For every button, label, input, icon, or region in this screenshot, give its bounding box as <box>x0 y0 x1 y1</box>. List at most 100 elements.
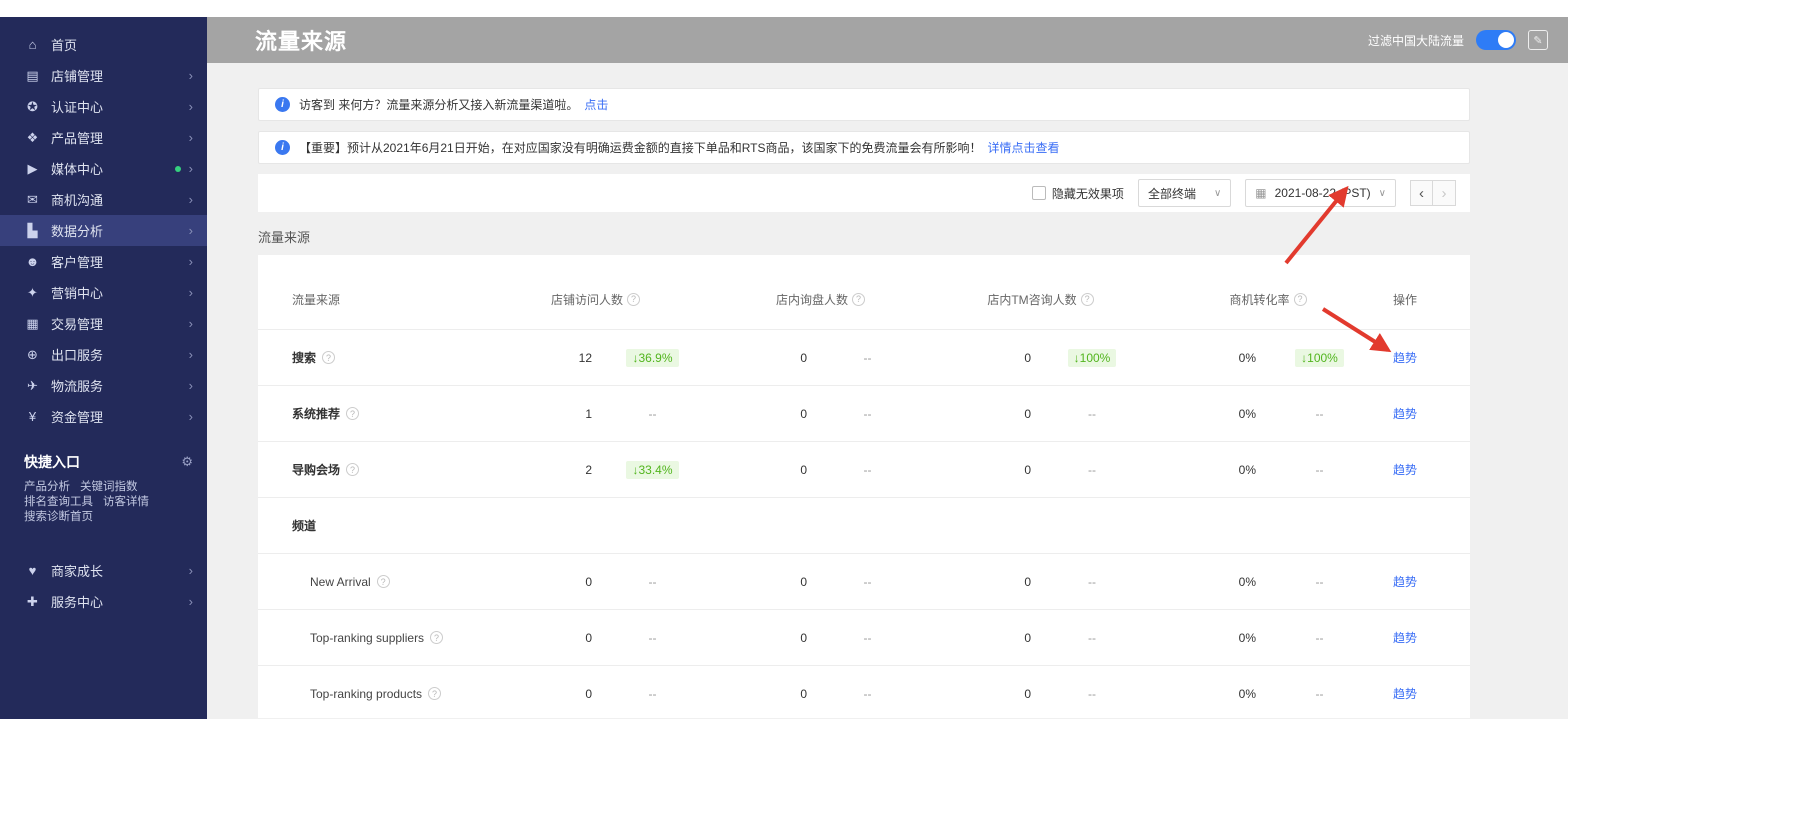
metric-value: 0 <box>585 574 592 589</box>
notice-link[interactable]: 详情点击查看 <box>988 139 1060 156</box>
metric-trend: -- <box>807 463 928 477</box>
sidebar-item-logistics[interactable]: ✈ 物流服务 › <box>0 370 207 401</box>
logistics-icon: ✈ <box>27 377 38 393</box>
notice-link[interactable]: 点击 <box>584 96 608 113</box>
row-source-name: 频道 <box>258 517 478 534</box>
trend-link[interactable]: 趋势 <box>1393 463 1417 477</box>
quick-link[interactable]: 关键词指数 <box>80 480 138 495</box>
help-icon[interactable]: ? <box>346 407 360 420</box>
metric-cell: 0% ↓100% <box>1153 348 1383 367</box>
chat-icon: ✉ <box>27 191 38 207</box>
content-area: i 访客到 来何方？流量来源分析又接入新流量渠道啦。 点击 i 【重要】预计从2… <box>207 63 1568 719</box>
metric-cell: 0% -- <box>1153 631 1383 645</box>
trend-link[interactable]: 趋势 <box>1393 351 1417 365</box>
trend-link[interactable]: 趋势 <box>1393 575 1417 589</box>
metric-value: 0% <box>1238 686 1256 701</box>
help-icon[interactable]: ? <box>852 292 865 306</box>
chevron-right-icon: › <box>188 594 193 609</box>
metric-value: 2 <box>585 462 592 477</box>
source-label: 搜索 <box>292 351 317 365</box>
metric-value: 0 <box>800 462 807 477</box>
metric-trend: -- <box>592 631 713 645</box>
trend-none: -- <box>863 574 872 589</box>
metric-value: 0 <box>800 686 807 701</box>
help-icon[interactable]: ? <box>1080 292 1094 306</box>
quick-link[interactable]: 产品分析 <box>24 480 70 495</box>
sidebar-item-trade[interactable]: ▦ 交易管理 › <box>0 308 207 339</box>
help-icon[interactable]: ? <box>627 292 640 306</box>
sidebar-item-label: 认证中心 <box>51 100 104 115</box>
date-picker[interactable]: ▦ 2021-08-22 (PST) ∨ <box>1245 179 1396 207</box>
sidebar-item-home[interactable]: ⌂ 首页 <box>0 29 207 60</box>
trend-none: -- <box>863 686 872 701</box>
sidebar-item-label: 首页 <box>51 38 78 53</box>
table-row: 导购会场? 2 ↓33.4% 0 -- 0 -- 0% -- 趋势 <box>258 441 1470 497</box>
metric-cell: 0 -- <box>713 575 928 589</box>
metric-value: 0 <box>1024 686 1031 701</box>
funds-icon: ¥ <box>28 409 37 424</box>
quick-entry-title: 快捷入口 <box>24 454 80 470</box>
sidebar-item-marketing[interactable]: ✦ 营销中心 › <box>0 277 207 308</box>
sidebar-item-product[interactable]: ❖ 产品管理 › <box>0 122 207 153</box>
table-row: 系统推荐? 1 -- 0 -- 0 -- 0% -- 趋势 <box>258 385 1470 441</box>
chevron-right-icon: › <box>188 378 193 393</box>
metric-value: 0% <box>1238 350 1256 365</box>
metric-cell: 0 -- <box>928 575 1153 589</box>
hide-ineffective-checkbox[interactable]: 隐藏无效果项 <box>1031 185 1124 202</box>
trend-none: -- <box>863 462 872 477</box>
metric-value: 0 <box>800 350 807 365</box>
traffic-sources-table: 流量来源 店铺访问人数 ? 店内询盘人数 ? 店内TM咨询人数 ? 商机转化率 … <box>258 255 1470 718</box>
media-icon: ▶ <box>27 160 38 176</box>
trend-none: -- <box>648 686 657 701</box>
sidebar-item-media[interactable]: ▶ 媒体中心 › <box>0 153 207 184</box>
row-action: 趋势 <box>1383 349 1470 366</box>
next-date-button[interactable]: › <box>1433 180 1456 206</box>
filter-mainland-label: 过滤中国大陆流量 <box>1367 33 1464 48</box>
app-window: ⌂ 首页 ▤ 店铺管理 › ✪ 认证中心 › ❖ 产品管理 › ▶ 媒体中心 › ✉ 商机沟通 › ▙ 数据分析 › ☻… <box>0 17 1568 719</box>
chevron-right-icon: › <box>188 563 193 578</box>
edit-note-icon[interactable]: ✎ <box>1528 30 1548 50</box>
calendar-icon: ▦ <box>1255 186 1267 200</box>
chevron-right-icon: › <box>188 316 193 331</box>
sidebar-item-chat[interactable]: ✉ 商机沟通 › <box>0 184 207 215</box>
certification-icon: ✪ <box>27 98 38 114</box>
metric-trend: ↓100% <box>1256 348 1383 367</box>
sidebar-item-certification[interactable]: ✪ 认证中心 › <box>0 91 207 122</box>
trend-link[interactable]: 趋势 <box>1393 687 1417 701</box>
sidebar-item-customer[interactable]: ☻ 客户管理 › <box>0 246 207 277</box>
help-icon[interactable]: ? <box>322 351 336 364</box>
sidebar-item-data-analysis[interactable]: ▙ 数据分析 › <box>0 215 207 246</box>
filter-mainland-toggle[interactable] <box>1476 30 1516 50</box>
metric-trend: -- <box>1031 631 1153 645</box>
trend-none: -- <box>1315 406 1324 421</box>
data-analysis-icon: ▙ <box>27 222 38 238</box>
quick-link[interactable]: 访客详情 <box>103 495 149 510</box>
trend-link[interactable]: 趋势 <box>1393 407 1417 421</box>
gear-icon[interactable]: ⚙ <box>181 454 193 470</box>
col-header-action: 操作 <box>1393 292 1418 307</box>
metric-value: 0 <box>1024 574 1031 589</box>
table-row: Top-ranking products? 0 -- 0 -- 0 -- 0% -- 趋势 <box>258 665 1470 718</box>
source-label: Top-ranking products <box>310 686 423 701</box>
help-icon[interactable]: ? <box>430 631 444 644</box>
quick-link[interactable]: 搜索诊断首页 <box>24 510 93 525</box>
help-icon[interactable]: ? <box>1293 292 1307 306</box>
sidebar-item-funds[interactable]: ¥ 资金管理 › <box>0 401 207 432</box>
prev-date-button[interactable]: ‹ <box>1410 180 1433 206</box>
sidebar-item-export[interactable]: ⊕ 出口服务 › <box>0 339 207 370</box>
sidebar-item-service-center[interactable]: ✚ 服务中心 › <box>0 586 207 617</box>
terminal-select[interactable]: 全部终端 ∨ <box>1137 179 1232 207</box>
chevron-right-icon: › <box>188 192 193 207</box>
sidebar-item-shop[interactable]: ▤ 店铺管理 › <box>0 60 207 91</box>
trend-link[interactable]: 趋势 <box>1393 631 1417 645</box>
sidebar-item-merchant-growth[interactable]: ♥ 商家成长 › <box>0 555 207 586</box>
metric-trend: -- <box>807 687 928 701</box>
help-icon[interactable]: ? <box>346 463 360 476</box>
date-pager: ‹ › <box>1410 180 1456 206</box>
metric-cell: 0% -- <box>1153 463 1383 477</box>
chevron-down-icon: ∨ <box>1378 187 1386 199</box>
sidebar-item-label: 客户管理 <box>51 255 104 270</box>
help-icon[interactable]: ? <box>428 687 442 700</box>
quick-link[interactable]: 排名查询工具 <box>24 495 93 510</box>
help-icon[interactable]: ? <box>376 575 390 588</box>
